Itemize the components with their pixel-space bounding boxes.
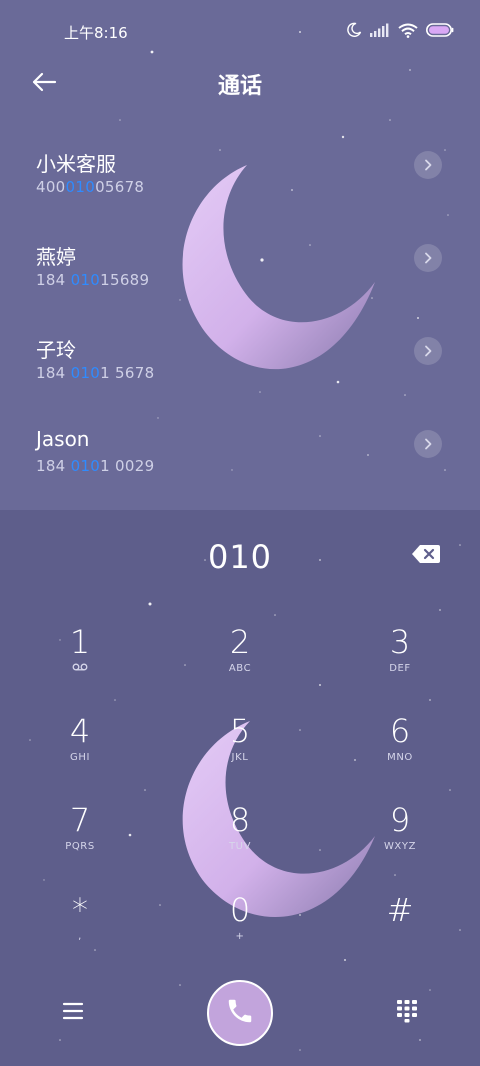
contact-number: 184 01015689 xyxy=(36,271,150,289)
match-highlight: 010 xyxy=(70,271,101,289)
match-highlight: 010 xyxy=(65,178,96,196)
status-icons xyxy=(346,22,454,38)
contact-number: 184 0101 0029 xyxy=(36,457,155,475)
key-5[interactable]: 5 JKL xyxy=(180,711,300,791)
contact-row[interactable]: Jason 184 0101 0029 xyxy=(0,419,480,512)
phone-icon xyxy=(225,996,255,1030)
voicemail-icon xyxy=(20,663,140,677)
contact-name: 小米客服 xyxy=(36,152,116,176)
key-7[interactable]: 7 PQRS xyxy=(20,800,140,880)
contact-row[interactable]: 小米客服 40001005678 xyxy=(0,140,480,233)
dialpad-icon xyxy=(396,1000,418,1027)
contact-name: 子玲 xyxy=(36,338,76,362)
status-time: 上午8:16 xyxy=(64,24,128,42)
signal-icon xyxy=(370,23,390,37)
chevron-right-icon xyxy=(423,249,433,268)
chevron-right-icon xyxy=(423,435,433,454)
chevron-right-icon xyxy=(423,156,433,175)
battery-icon xyxy=(426,23,454,37)
keypad-toggle-button[interactable] xyxy=(396,999,418,1023)
key-8[interactable]: 8 TUV xyxy=(180,800,300,880)
match-highlight: 010 xyxy=(70,457,101,475)
key-6[interactable]: 6 MNO xyxy=(340,711,460,791)
menu-icon xyxy=(62,1002,84,1025)
contact-row[interactable]: 子玲 184 0101 5678 xyxy=(0,326,480,419)
contact-detail-button[interactable] xyxy=(414,244,442,272)
contact-name: Jason xyxy=(36,427,90,451)
page-title: 通话 xyxy=(217,74,262,99)
contact-number: 184 0101 5678 xyxy=(36,364,155,382)
contact-row[interactable]: 燕婷 184 01015689 xyxy=(0,233,480,326)
dialer-bottom-bar xyxy=(0,975,480,1055)
backspace-button[interactable] xyxy=(411,544,441,564)
dialed-number-display: 010 xyxy=(207,538,273,576)
key-3[interactable]: 3 DEF xyxy=(340,622,460,702)
contact-detail-button[interactable] xyxy=(414,337,442,365)
key-star[interactable]: * , xyxy=(20,890,140,970)
contact-number: 40001005678 xyxy=(36,178,145,196)
contact-detail-button[interactable] xyxy=(414,151,442,179)
moon-icon xyxy=(346,22,362,38)
contact-detail-button[interactable] xyxy=(414,430,442,458)
key-0[interactable]: 0 + xyxy=(180,890,300,970)
status-bar: 上午8:16 xyxy=(0,0,480,62)
header: 通话 xyxy=(0,62,480,102)
match-highlight: 010 xyxy=(70,364,101,382)
key-9[interactable]: 9 WXYZ xyxy=(340,800,460,880)
key-1[interactable]: 1 xyxy=(20,622,140,702)
dialer-panel: 010 1 2 ABC 3 DEF 4 GHI 5 JKL 6 MNO 7 PQ… xyxy=(0,510,480,1066)
wifi-icon xyxy=(398,23,418,38)
call-button[interactable] xyxy=(207,980,273,1046)
key-hash[interactable]: # xyxy=(340,890,460,970)
menu-button[interactable] xyxy=(62,1001,84,1021)
key-2[interactable]: 2 ABC xyxy=(180,622,300,702)
contact-list: 小米客服 40001005678 燕婷 184 01015689 子玲 184 … xyxy=(0,140,480,512)
contact-name: 燕婷 xyxy=(36,245,76,269)
chevron-right-icon xyxy=(423,342,433,361)
backspace-icon xyxy=(411,545,441,568)
key-4[interactable]: 4 GHI xyxy=(20,711,140,791)
